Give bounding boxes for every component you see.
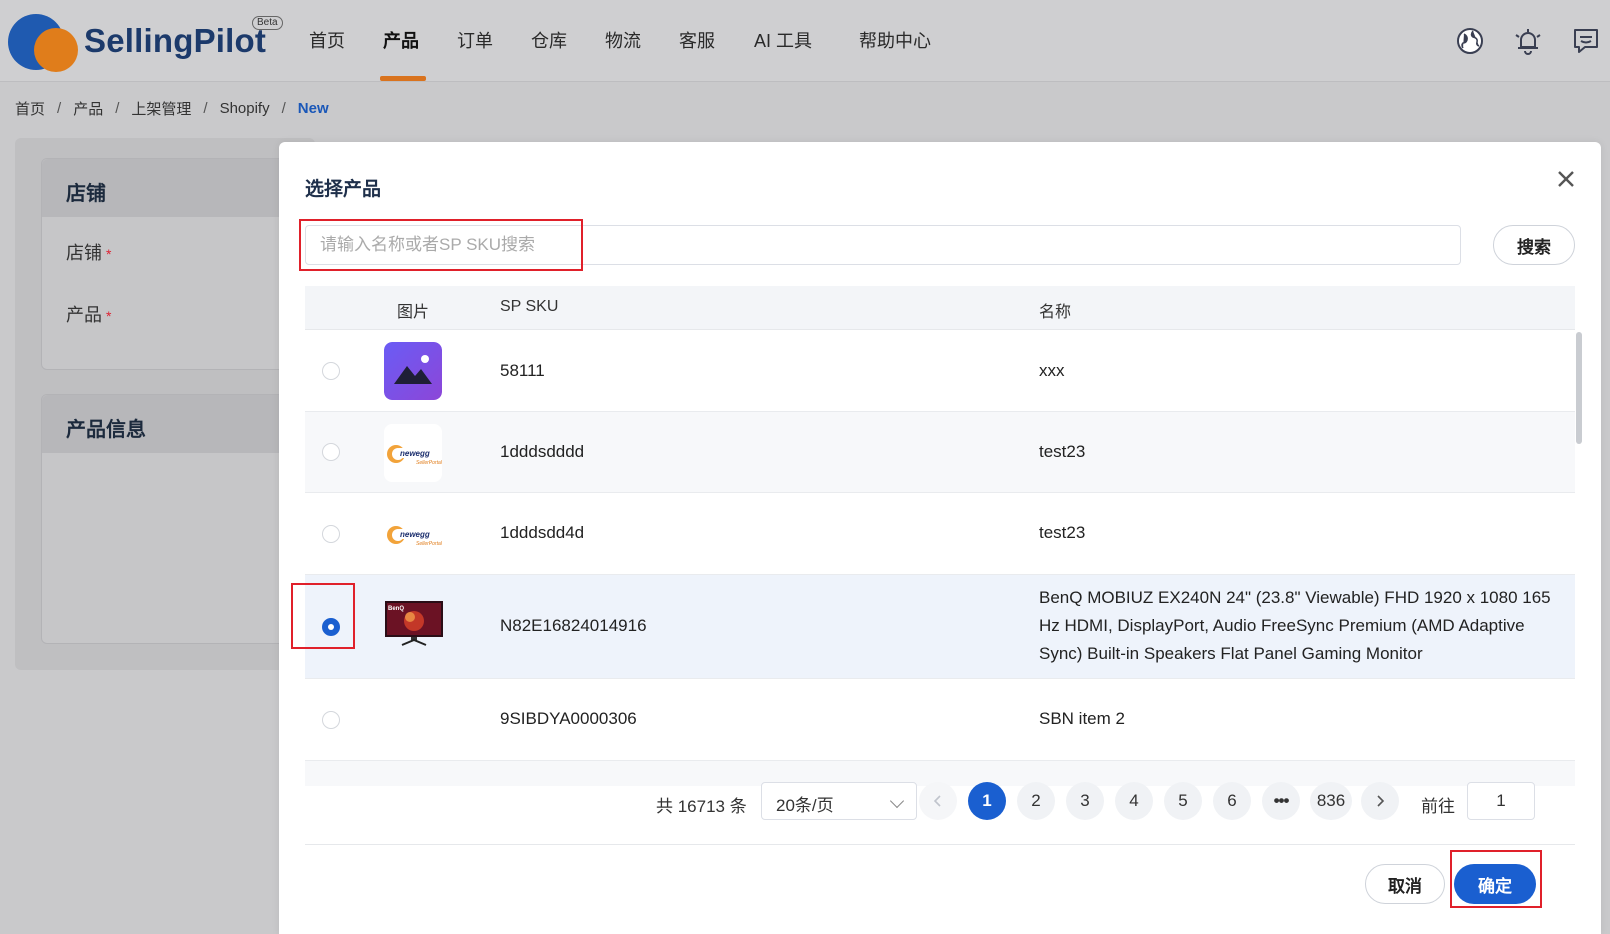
- goto-page-input[interactable]: [1467, 782, 1535, 820]
- page-button[interactable]: 2: [1017, 782, 1055, 820]
- breadcrumb-products[interactable]: 产品: [73, 98, 103, 119]
- footer-divider: [305, 844, 1575, 845]
- page-button[interactable]: 6: [1213, 782, 1251, 820]
- nav-item-products[interactable]: 产品: [383, 28, 419, 54]
- row-sku: 1dddsdd4d: [500, 523, 585, 542]
- table-scrollbar[interactable]: [1576, 332, 1582, 444]
- row-radio-checked[interactable]: [322, 618, 340, 636]
- breadcrumb-separator: /: [281, 100, 286, 117]
- top-navbar: SellingPilot Beta 首页 产品 订单 仓库 物流 客服 AI 工…: [0, 0, 1610, 82]
- store-field-label: 店铺 *: [66, 243, 112, 263]
- globe-icon[interactable]: [1455, 26, 1485, 56]
- search-input[interactable]: [305, 225, 1461, 265]
- breadcrumb-listing-management[interactable]: 上架管理: [131, 98, 191, 119]
- chevron-down-icon: [889, 793, 905, 809]
- nav-item-logistics[interactable]: 物流: [605, 28, 641, 54]
- goto-label: 前往: [1421, 797, 1455, 816]
- page-size-value: 20条/页: [776, 796, 834, 815]
- page-button[interactable]: 5: [1164, 782, 1202, 820]
- row-radio[interactable]: [322, 711, 340, 729]
- product-info-title: 产品信息: [42, 395, 300, 453]
- beta-badge: Beta: [252, 16, 283, 30]
- row-name: test23: [1039, 442, 1086, 461]
- product-table: 图片 SP SKU 名称 58111 xxx newegg SellerPorta…: [305, 286, 1575, 786]
- product-info-section: 产品信息: [41, 394, 301, 644]
- row-radio[interactable]: [322, 362, 340, 380]
- page-button[interactable]: 3: [1066, 782, 1104, 820]
- row-sku: 58111: [500, 361, 545, 380]
- close-icon[interactable]: [1553, 166, 1579, 192]
- product-field-label: 产品 *: [66, 305, 112, 325]
- table-row[interactable]: 58111 xxx: [305, 330, 1575, 412]
- search-button[interactable]: 搜索: [1493, 225, 1575, 265]
- svg-text:newegg: newegg: [400, 530, 430, 539]
- active-nav-indicator: [380, 76, 426, 81]
- nav-item-home[interactable]: 首页: [309, 28, 345, 54]
- table-header: 图片 SP SKU 名称: [305, 286, 1575, 330]
- breadcrumb-shopify[interactable]: Shopify: [220, 100, 270, 117]
- logo-mark: [8, 14, 80, 72]
- total-count: 共 16713 条: [656, 797, 747, 816]
- dialog-title: 选择产品: [305, 179, 382, 200]
- newegg-logo-image: newegg SellerPortal: [384, 424, 442, 482]
- store-section-title: 店铺: [42, 159, 300, 217]
- nav-item-warehouse[interactable]: 仓库: [531, 28, 567, 54]
- row-name: test23: [1039, 523, 1086, 542]
- page-button[interactable]: 4: [1115, 782, 1153, 820]
- message-icon[interactable]: [1571, 26, 1601, 56]
- placeholder-image-icon: [384, 342, 442, 400]
- svg-text:BenQ: BenQ: [388, 606, 404, 612]
- svg-text:SellerPortal: SellerPortal: [416, 541, 442, 547]
- logo-text: SellingPilot: [84, 22, 267, 59]
- next-page-button[interactable]: [1361, 782, 1399, 820]
- table-row[interactable]: newegg SellerPortal 1dddsdddd test23: [305, 412, 1575, 493]
- table-row-selected[interactable]: BenQ N82E16824014916 BenQ MOBIUZ EX240N …: [305, 575, 1575, 679]
- breadcrumb-separator: /: [203, 100, 208, 117]
- column-header-sku: SP SKU: [500, 298, 559, 315]
- cancel-button[interactable]: 取消: [1365, 864, 1445, 904]
- pagination: 共 16713 条 20条/页 1 2 3 4 5 6 ••• 836 前往: [279, 782, 1601, 826]
- newegg-logo-image: newegg SellerPortal: [384, 505, 442, 563]
- row-radio[interactable]: [322, 525, 340, 543]
- page-button-last[interactable]: 836: [1310, 782, 1352, 820]
- page-button-current[interactable]: 1: [968, 782, 1006, 820]
- column-header-image: 图片: [397, 304, 430, 321]
- row-name: SBN item 2: [1039, 709, 1125, 728]
- confirm-button[interactable]: 确定: [1454, 864, 1536, 904]
- prev-page-button[interactable]: [919, 782, 957, 820]
- breadcrumb-current: New: [297, 100, 329, 117]
- breadcrumb-home[interactable]: 首页: [15, 98, 45, 119]
- app-logo[interactable]: SellingPilot Beta: [8, 14, 283, 72]
- breadcrumb-separator: /: [57, 100, 62, 117]
- svg-text:newegg: newegg: [400, 449, 430, 458]
- bell-icon[interactable]: [1513, 26, 1543, 56]
- row-sku: N82E16824014916: [500, 616, 647, 635]
- nav-item-orders[interactable]: 订单: [457, 28, 493, 54]
- breadcrumb: 首页 / 产品 / 上架管理 / Shopify / New: [15, 98, 329, 122]
- page-size-select[interactable]: 20条/页: [761, 782, 917, 820]
- nav-item-ai-tools[interactable]: AI 工具: [754, 28, 812, 54]
- svg-text:SellerPortal: SellerPortal: [416, 460, 442, 466]
- row-sku: 1dddsdddd: [500, 442, 585, 461]
- row-name: xxx: [1039, 361, 1065, 380]
- table-row[interactable]: 9SIBDYA0000306 SBN item 2: [305, 679, 1575, 761]
- column-header-name: 名称: [1039, 304, 1072, 321]
- table-row[interactable]: newegg SellerPortal 1dddsdd4d test23: [305, 493, 1575, 575]
- nav-item-customer-service[interactable]: 客服: [679, 28, 715, 54]
- benq-monitor-image: BenQ: [384, 599, 444, 647]
- row-radio[interactable]: [322, 443, 340, 461]
- select-product-dialog: 选择产品 搜索 图片 SP SKU 名称 58111 xxx newegg Sel…: [279, 142, 1601, 934]
- store-section: 店铺 店铺 * 产品 *: [41, 158, 301, 370]
- nav-item-help-center[interactable]: 帮助中心: [859, 28, 931, 54]
- more-pages-button[interactable]: •••: [1262, 782, 1300, 820]
- row-sku: 9SIBDYA0000306: [500, 709, 637, 728]
- breadcrumb-separator: /: [115, 100, 120, 117]
- row-name: BenQ MOBIUZ EX240N 24" (23.8" Viewable) …: [1039, 588, 1551, 663]
